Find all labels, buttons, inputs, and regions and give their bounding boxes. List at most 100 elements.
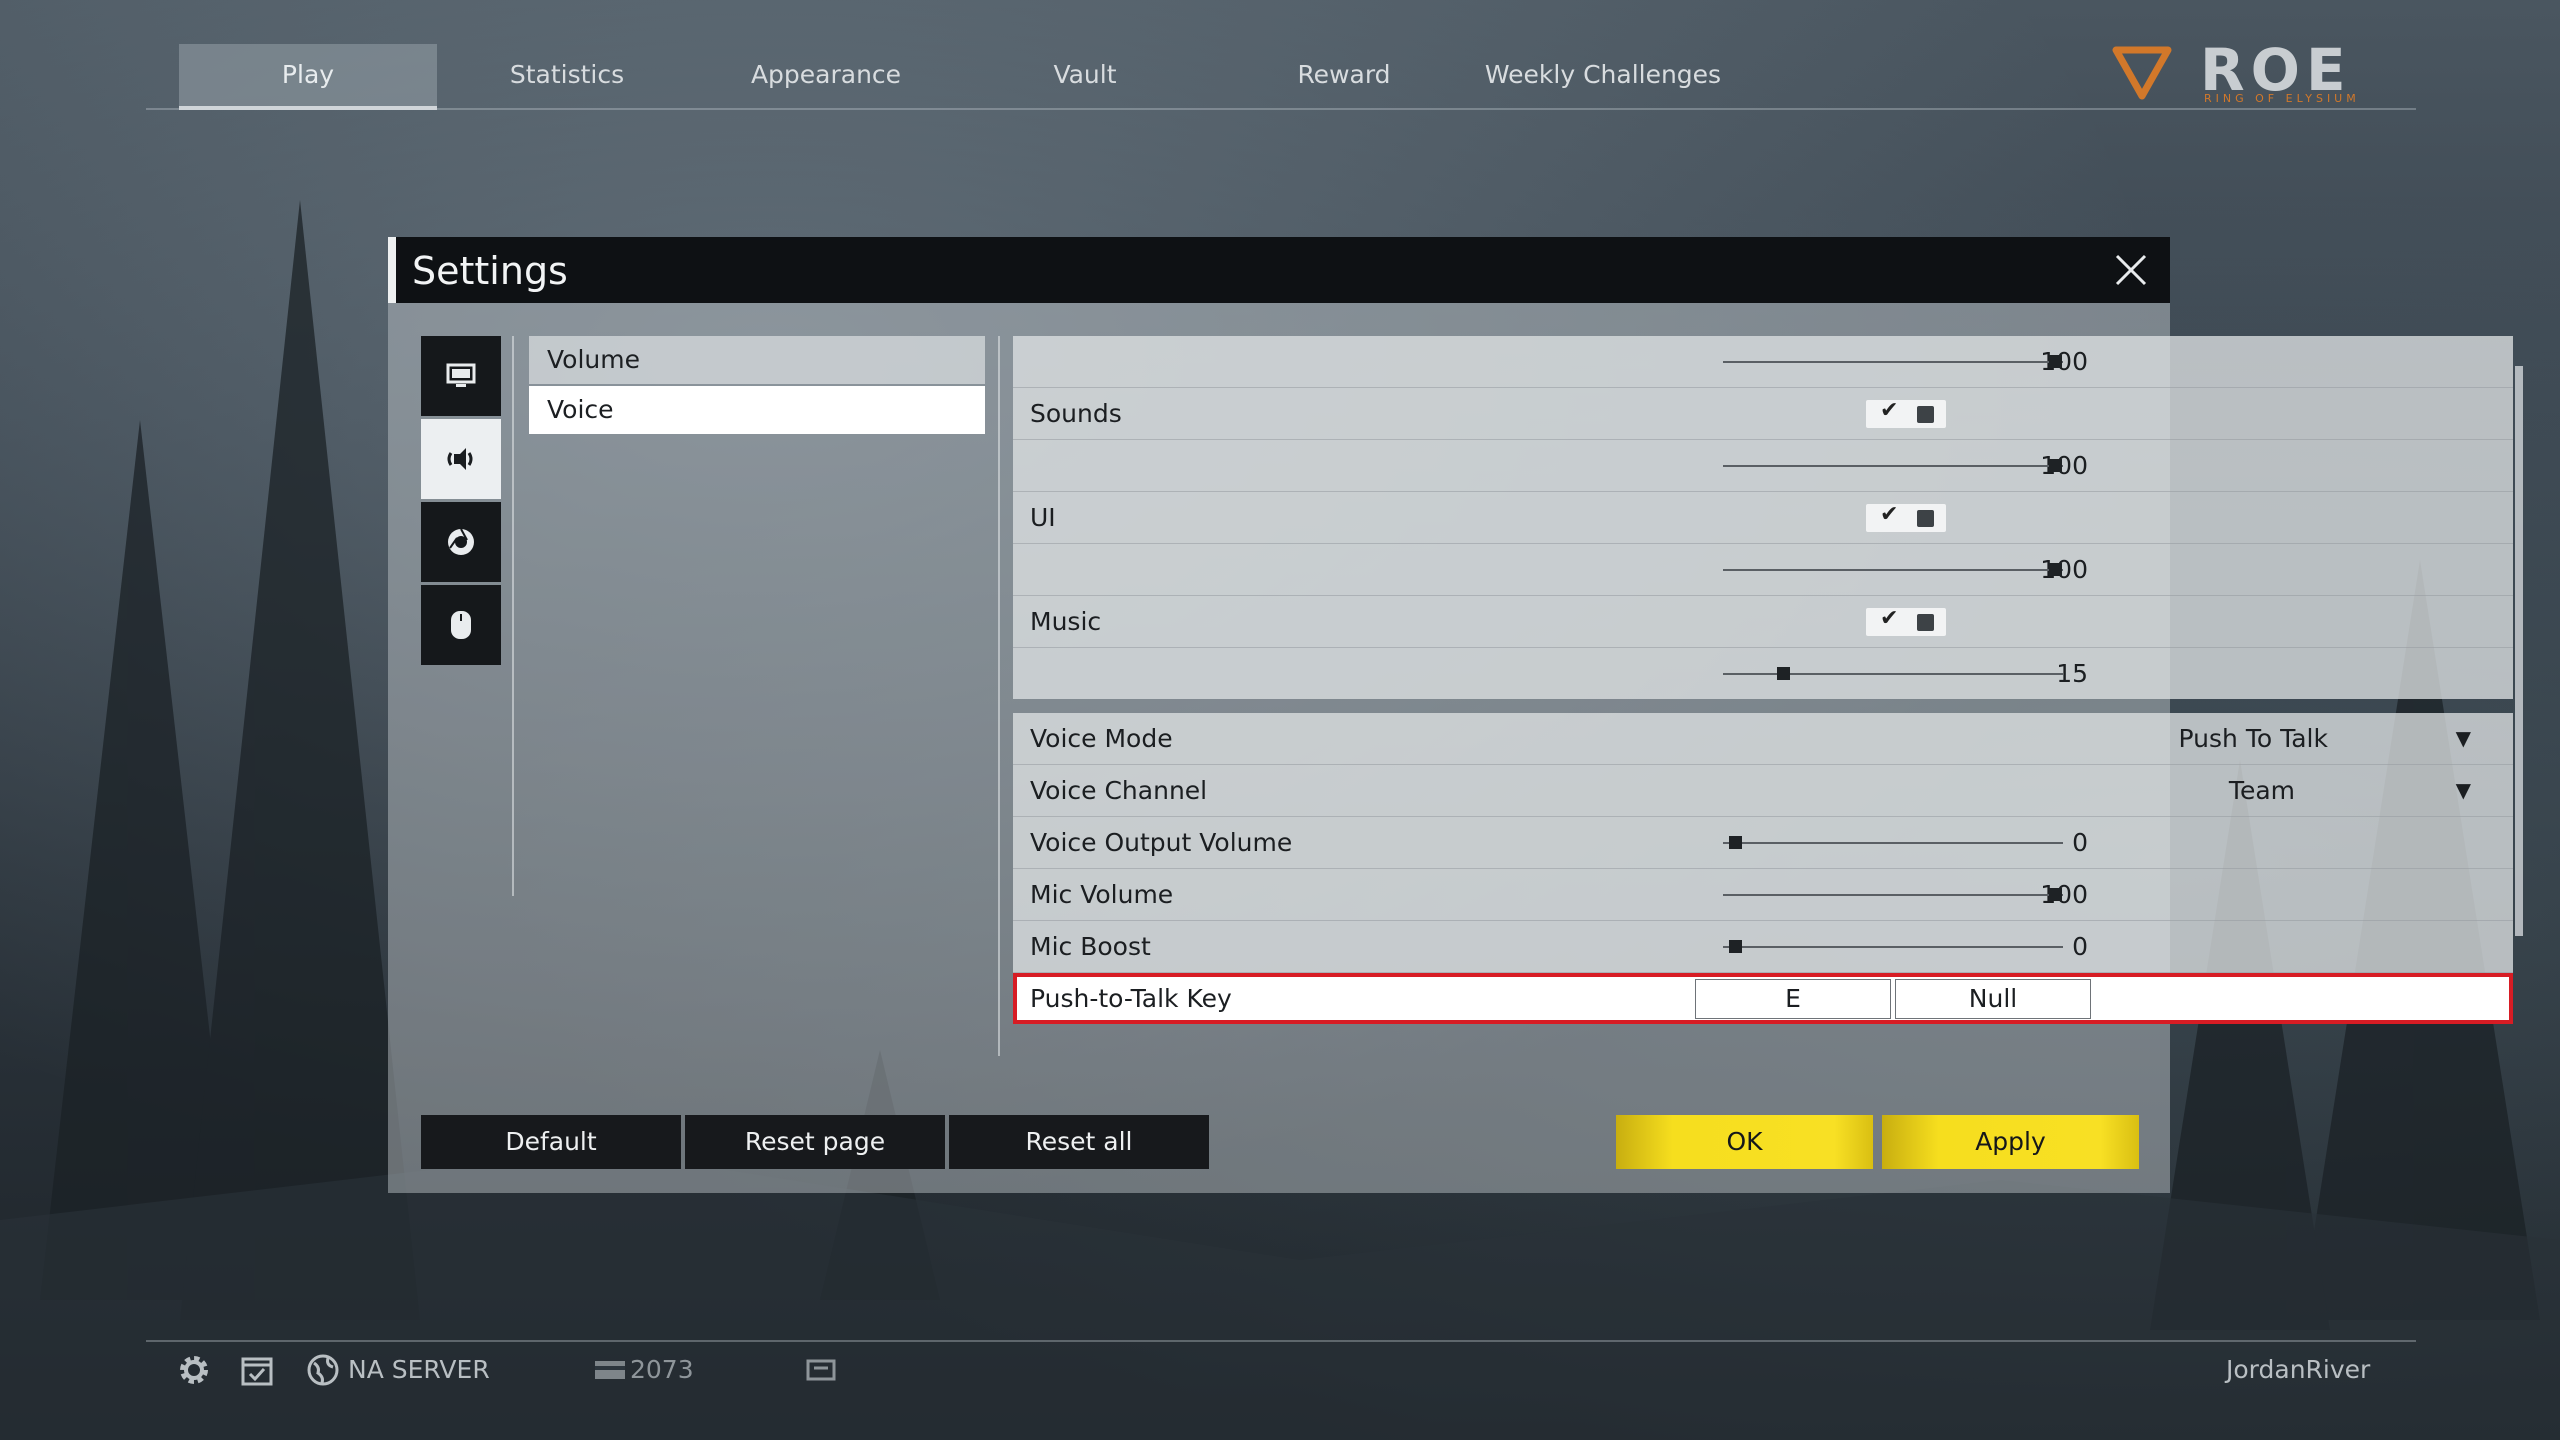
settings-gear-button[interactable] [176,1350,212,1390]
game-logo: ROE RING OF ELYSIUM [2112,36,2372,108]
roe-logo-icon [2112,46,2172,100]
voice-mode-row[interactable]: Voice Mode Push To Talk ▼ [1013,713,2513,765]
globe-icon [307,1354,339,1386]
voice-mode-label: Voice Mode [1030,724,1173,753]
inbox-icon [806,1359,836,1381]
audio-settings-button[interactable] [421,419,501,499]
music-volume-slider[interactable] [1723,667,2063,680]
mic-boost-label: Mic Boost [1030,932,1151,961]
reset-all-button[interactable]: Reset all [949,1115,1209,1169]
check-icon: ✔ [1880,398,1899,423]
panel-scrollbar[interactable] [2515,366,2523,936]
check-icon: ✔ [1880,502,1899,527]
music-toggle[interactable]: ✔ [1866,606,1946,636]
currency-display: 2073 [594,1350,694,1390]
voice-output-volume-row: Voice Output Volume 0 [1013,817,2513,869]
mic-boost-slider[interactable] [1723,940,2063,953]
mouse-icon [451,611,471,639]
audio-category-list: Volume Voice [529,336,985,436]
default-button[interactable]: Default [421,1115,681,1169]
slider-knob[interactable] [1729,836,1742,849]
voice-output-volume-label: Voice Output Volume [1030,828,1293,857]
toggle-box [1917,406,1934,423]
inbox-button[interactable] [806,1350,836,1390]
ui-row: UI ✔ [1013,492,2513,544]
voice-mode-dropdown[interactable]: Push To Talk [2179,713,2328,764]
server-selector[interactable]: NA SERVER [306,1350,490,1390]
voice-output-volume-value: 0 [2072,828,2088,857]
category-volume[interactable]: Volume [529,336,985,384]
tab-statistics[interactable]: Statistics [438,44,696,106]
sounds-label: Sounds [1030,399,1122,428]
tab-reward[interactable]: Reward [1215,44,1473,106]
ui-label: UI [1030,503,1056,532]
push-to-talk-secondary-key[interactable]: Null [1895,979,2091,1019]
username-label[interactable]: JordanRiver [2226,1350,2370,1390]
voice-channel-row[interactable]: Voice Channel Team ▼ [1013,765,2513,817]
ui-volume-row: 100 [1013,544,2513,596]
chrome-icon [448,528,474,555]
server-label: NA SERVER [348,1355,490,1384]
music-volume-row: 15 [1013,648,2513,699]
voice-output-volume-slider[interactable] [1723,836,2063,849]
dropdown-arrow-icon[interactable]: ▼ [2456,765,2471,816]
ok-button[interactable]: OK [1616,1115,1873,1169]
music-label: Music [1030,607,1102,636]
speaker-icon [447,448,473,470]
reset-page-button[interactable]: Reset page [685,1115,945,1169]
mic-boost-value: 0 [2072,932,2088,961]
volume-group: 100 Sounds ✔ 100 UI ✔ 100 Music ✔ 15 [1013,336,2513,699]
tab-vault[interactable]: Vault [956,44,1214,106]
voice-channel-dropdown[interactable]: Team [2229,765,2295,816]
master-volume-row: 100 [1013,336,2513,388]
display-settings-button[interactable] [421,336,501,416]
slider-knob[interactable] [1729,940,1742,953]
mic-volume-row: Mic Volume 100 [1013,869,2513,921]
monitor-icon [446,363,476,387]
calendar-check-icon [241,1357,273,1386]
apply-button[interactable]: Apply [1882,1115,2139,1169]
tab-play[interactable]: Play [179,44,437,110]
tab-weekly-challenges[interactable]: Weekly Challenges [1474,44,1732,106]
push-to-talk-row: Push-to-Talk Key E Null [1013,973,2513,1024]
settings-dialog: Settings Volume Voice 100 Sounds ✔ 100 U… [388,237,2523,1193]
voice-group: Voice Mode Push To Talk ▼ Voice Channel … [1013,713,2513,1024]
wallet-icon [595,1361,625,1379]
category-voice[interactable]: Voice [529,386,985,434]
bottom-divider [146,1340,2416,1342]
close-icon[interactable] [2114,253,2148,287]
master-volume-slider[interactable] [1723,355,2063,368]
currency-amount: 2073 [630,1355,694,1384]
sounds-row: Sounds ✔ [1013,388,2513,440]
calendar-button[interactable] [240,1350,274,1390]
settings-panel: 100 Sounds ✔ 100 UI ✔ 100 Music ✔ 15 Voi… [1013,336,2523,1024]
slider-knob[interactable] [2049,888,2062,901]
game-settings-button[interactable] [421,502,501,582]
ui-volume-slider[interactable] [1723,563,2063,576]
slider-knob[interactable] [2049,459,2062,472]
sounds-toggle[interactable]: ✔ [1866,398,1946,428]
voice-channel-label: Voice Channel [1030,776,1208,805]
dropdown-arrow-icon[interactable]: ▼ [2456,713,2471,764]
sounds-volume-slider[interactable] [1723,459,2063,472]
push-to-talk-label: Push-to-Talk Key [1030,984,1232,1013]
tab-appearance[interactable]: Appearance [697,44,955,106]
gear-icon [180,1356,208,1384]
slider-knob[interactable] [1777,667,1790,680]
mic-volume-slider[interactable] [1723,888,2063,901]
mic-boost-row: Mic Boost 0 [1013,921,2513,973]
slider-knob[interactable] [2049,563,2062,576]
divider [998,336,1000,1056]
music-row: Music ✔ [1013,596,2513,648]
slider-knob[interactable] [2049,355,2062,368]
controls-settings-button[interactable] [421,585,501,665]
sounds-volume-row: 100 [1013,440,2513,492]
settings-section-icons [421,336,501,668]
ui-toggle[interactable]: ✔ [1866,502,1946,532]
mic-volume-label: Mic Volume [1030,880,1174,909]
dialog-title: Settings [412,249,568,293]
push-to-talk-primary-key[interactable]: E [1695,979,1891,1019]
top-navigation: Play Statistics Appearance Vault Reward … [146,36,2416,110]
check-icon: ✔ [1880,606,1899,631]
toggle-box [1917,614,1934,631]
